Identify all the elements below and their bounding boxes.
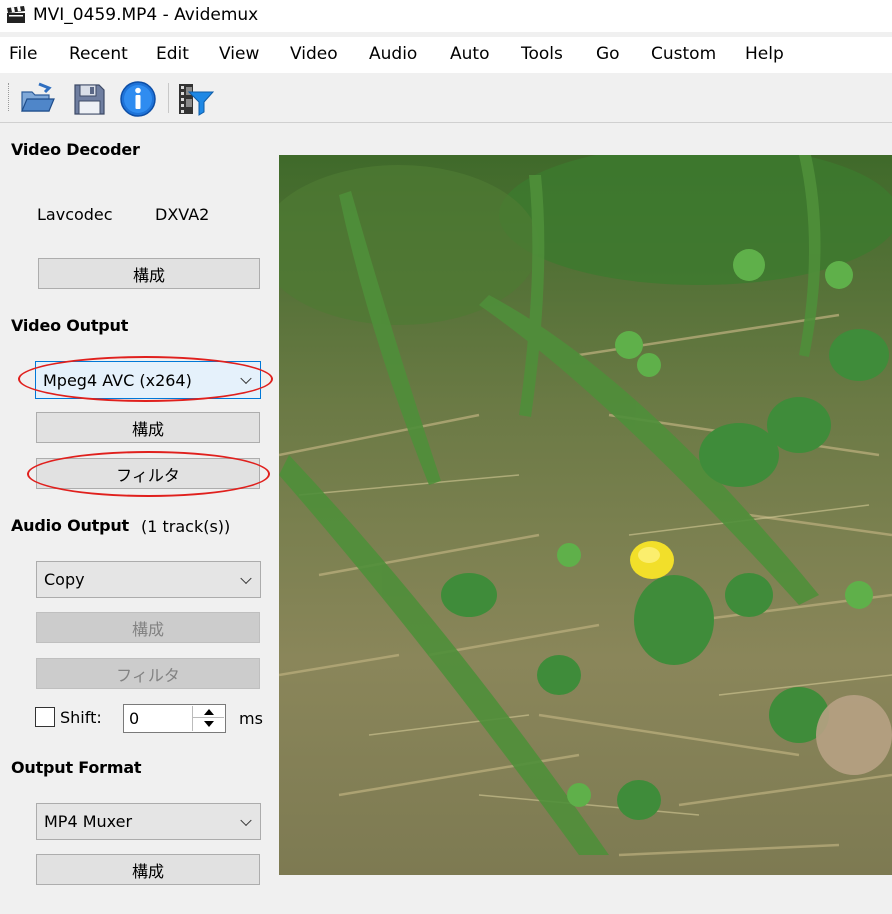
- video-preview[interactable]: [279, 155, 892, 875]
- chevron-down-icon: [240, 572, 252, 584]
- muxer-value: MP4 Muxer: [44, 812, 133, 831]
- menu-tools[interactable]: Tools: [521, 44, 563, 64]
- title-bar: MVI_0459.MP4 - Avidemux: [0, 0, 892, 32]
- avidemux-window: MVI_0459.MP4 - Avidemux File Recent Edit…: [0, 0, 892, 914]
- video-decoder-title: Video Decoder: [11, 140, 140, 159]
- shift-spinbox[interactable]: 0: [123, 704, 226, 733]
- audio-filters-button[interactable]: フィルタ: [36, 658, 260, 689]
- menu-edit[interactable]: Edit: [156, 44, 189, 64]
- shift-value: 0: [129, 709, 140, 728]
- toolbar: [0, 73, 892, 123]
- save-floppy-icon[interactable]: [70, 80, 108, 118]
- menu-file[interactable]: File: [9, 44, 37, 64]
- decoder-hw: DXVA2: [155, 205, 210, 224]
- spin-buttons: [192, 706, 224, 731]
- muxer-select[interactable]: MP4 Muxer: [36, 803, 261, 840]
- video-output-title: Video Output: [11, 316, 129, 335]
- video-codec-select[interactable]: Mpeg4 AVC (x264): [35, 361, 261, 399]
- menu-go[interactable]: Go: [596, 44, 620, 64]
- output-format-title: Output Format: [11, 758, 142, 777]
- toolbar-separator: [168, 83, 169, 113]
- menu-recent[interactable]: Recent: [69, 44, 128, 64]
- video-frame-image: [279, 155, 892, 875]
- spin-up-button[interactable]: [193, 706, 224, 718]
- menu-audio[interactable]: Audio: [369, 44, 417, 64]
- chevron-down-icon: [240, 814, 252, 826]
- menu-auto[interactable]: Auto: [450, 44, 489, 64]
- menu-bar: File Recent Edit View Video Audio Auto T…: [0, 37, 892, 73]
- shift-label: Shift:: [60, 708, 102, 727]
- toolbar-grip: [8, 83, 10, 111]
- shift-unit: ms: [239, 709, 263, 728]
- arrow-down-icon: [203, 721, 214, 727]
- menu-video[interactable]: Video: [290, 44, 338, 64]
- muxer-configure-button[interactable]: 構成: [36, 854, 260, 885]
- info-icon[interactable]: [119, 80, 157, 118]
- shift-checkbox[interactable]: [35, 707, 55, 727]
- video-codec-value: Mpeg4 AVC (x264): [43, 370, 192, 390]
- decoder-name: Lavcodec: [37, 205, 113, 224]
- audio-configure-button[interactable]: 構成: [36, 612, 260, 643]
- video-filters-button[interactable]: フィルタ: [36, 458, 260, 489]
- clapperboard-icon: [7, 6, 25, 23]
- film-filter-icon[interactable]: [176, 80, 214, 118]
- audio-track-count: (1 track(s)): [141, 517, 231, 536]
- chevron-down-icon: [240, 372, 252, 385]
- decoder-configure-button[interactable]: 構成: [38, 258, 260, 289]
- open-folder-icon[interactable]: [18, 80, 56, 118]
- menu-view[interactable]: View: [219, 44, 259, 64]
- arrow-up-icon: [203, 708, 214, 715]
- audio-codec-select[interactable]: Copy: [36, 561, 261, 598]
- spin-down-button[interactable]: [193, 718, 224, 730]
- video-configure-button[interactable]: 構成: [36, 412, 260, 443]
- window-title: MVI_0459.MP4 - Avidemux: [33, 5, 259, 25]
- menu-custom[interactable]: Custom: [651, 44, 716, 64]
- audio-output-title: Audio Output: [11, 516, 130, 535]
- menu-help[interactable]: Help: [745, 44, 784, 64]
- audio-codec-value: Copy: [44, 570, 85, 589]
